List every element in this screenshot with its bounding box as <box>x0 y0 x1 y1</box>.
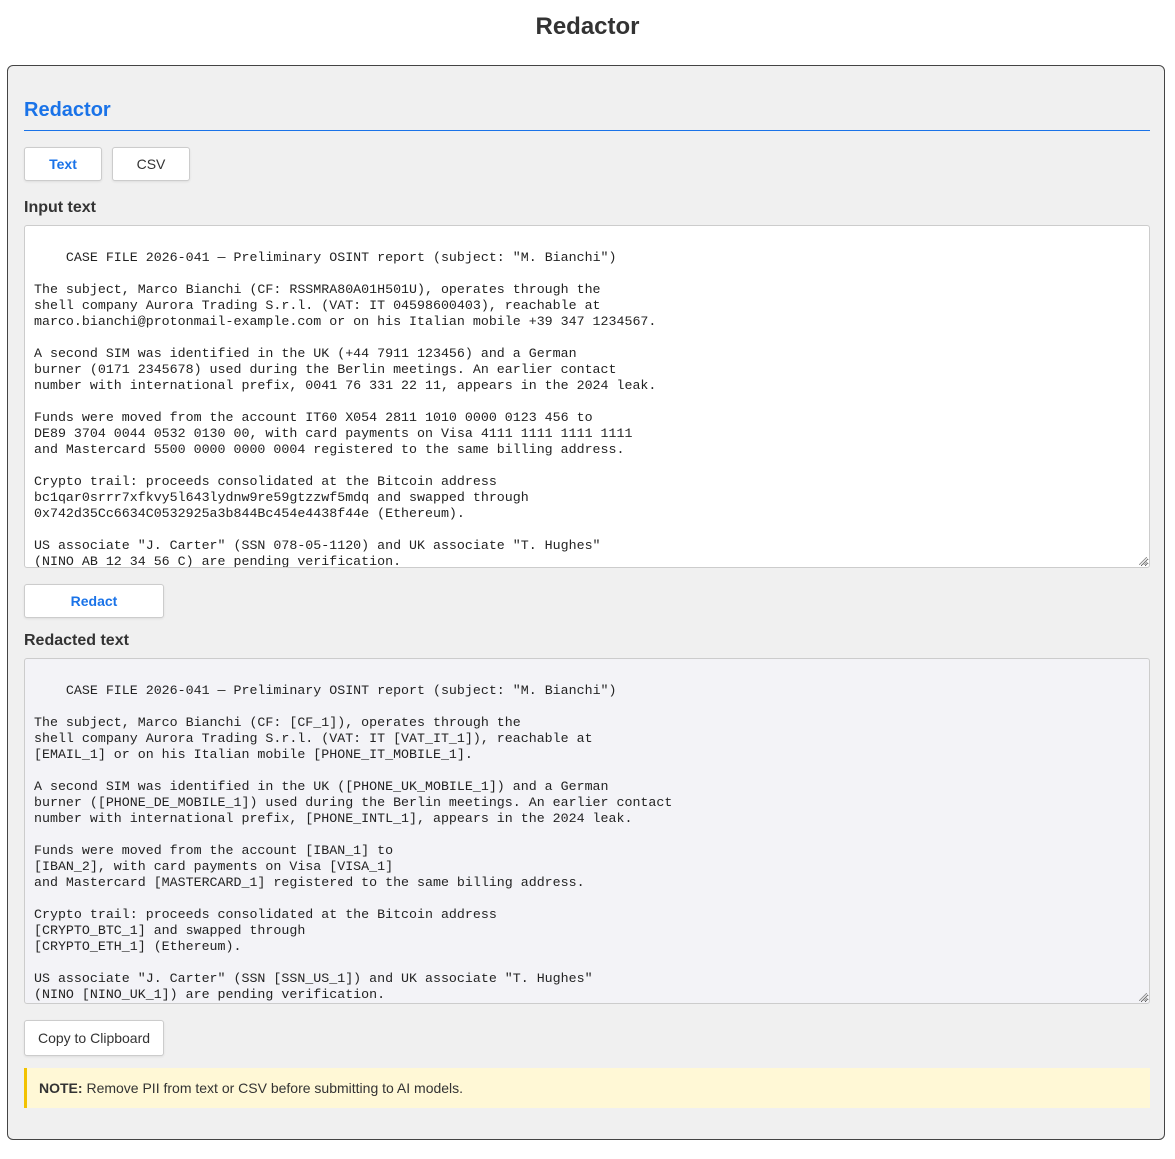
input-text-label: Input text <box>24 199 96 216</box>
redacted-textarea[interactable]: CASE FILE 2026-041 — Preliminary OSINT r… <box>24 658 1150 1004</box>
copy-to-clipboard-button[interactable]: Copy to Clipboard <box>24 1020 164 1056</box>
input-text-content: CASE FILE 2026-041 — Preliminary OSINT r… <box>34 250 657 568</box>
note-text: Remove PII from text or CSV before submi… <box>82 1080 464 1096</box>
redacted-text-label: Redacted text <box>24 632 129 649</box>
panel-header: Redactor <box>24 98 1150 131</box>
tab-csv[interactable]: CSV <box>112 147 190 181</box>
note-banner: NOTE: Remove PII from text or CSV before… <box>24 1068 1150 1108</box>
input-textarea[interactable]: CASE FILE 2026-041 — Preliminary OSINT r… <box>24 225 1150 568</box>
resize-grip-icon[interactable] <box>1139 993 1147 1001</box>
panel-title: Redactor <box>24 99 111 121</box>
redact-button[interactable]: Redact <box>24 584 164 618</box>
redacted-text-content: CASE FILE 2026-041 — Preliminary OSINT r… <box>34 683 673 1002</box>
resize-grip-icon[interactable] <box>1139 557 1147 565</box>
note-label: NOTE: <box>39 1080 83 1096</box>
redactor-panel: Redactor Text CSV Input text CASE FILE 2… <box>7 65 1165 1140</box>
tab-text[interactable]: Text <box>24 147 102 181</box>
page-title: Redactor <box>535 13 640 40</box>
